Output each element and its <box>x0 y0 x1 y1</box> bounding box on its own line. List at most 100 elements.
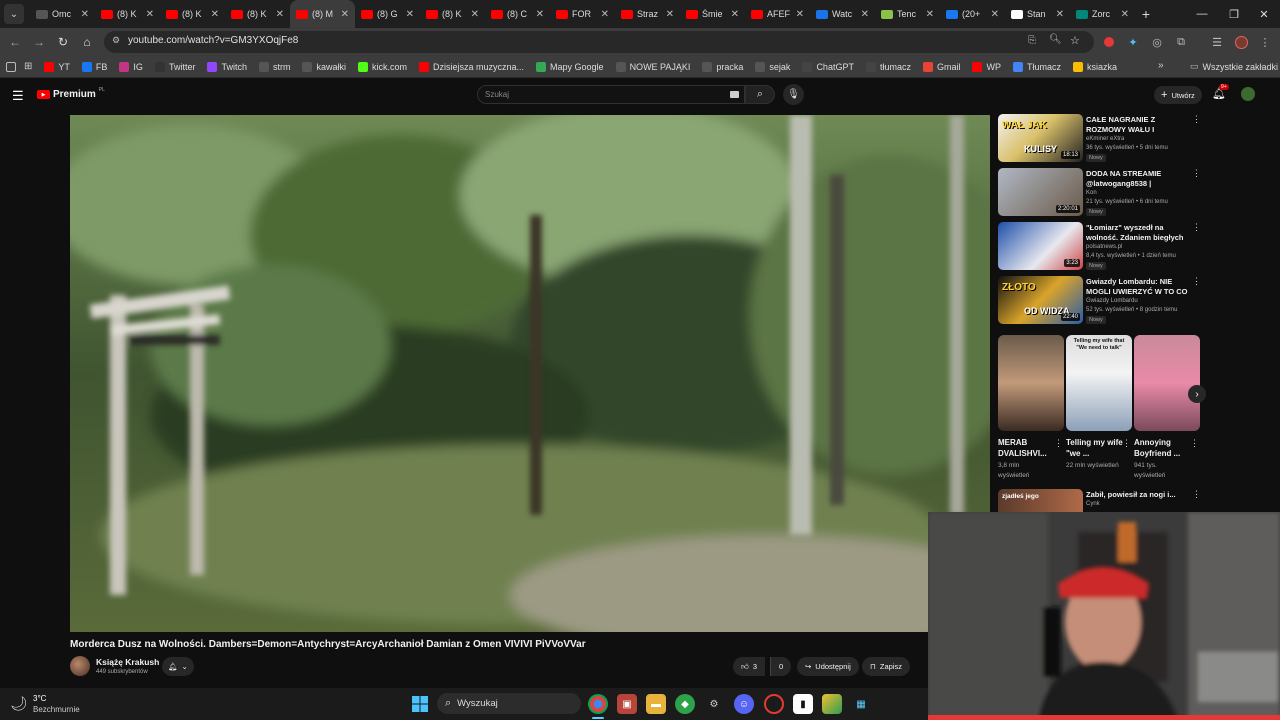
bookmark-item[interactable]: ksiazka <box>1073 61 1117 72</box>
opera-icon[interactable] <box>764 694 784 714</box>
restore-icon[interactable]: ❐ <box>1218 0 1250 28</box>
bookmark-item[interactable]: FB <box>81 61 107 72</box>
more-options-icon[interactable]: ⋮ <box>1192 222 1201 233</box>
browser-tab[interactable]: Zorc ✕ <box>1070 0 1135 28</box>
reading-list-icon[interactable]: ☰ <box>1208 33 1226 51</box>
browser-tab[interactable]: Stan ✕ <box>1005 0 1070 28</box>
recommendation-item[interactable]: 3:23 "Łomiarz" wyszedł na wolność. Zdanie… <box>998 222 1203 274</box>
short-more-icon[interactable]: ⋮ <box>1122 438 1131 449</box>
windows-start-icon[interactable] <box>410 694 430 714</box>
youtube-logo[interactable]: ▶ Premium PL <box>37 87 105 100</box>
bookmark-item[interactable]: Twitter <box>154 61 195 72</box>
forward-icon[interactable]: → <box>30 33 48 51</box>
bookmark-star-icon[interactable]: ☆ <box>1070 34 1080 47</box>
discord-icon[interactable]: ☺ <box>734 694 754 714</box>
channel-avatar[interactable] <box>70 656 90 676</box>
create-button[interactable]: + Utwórz <box>1154 86 1202 104</box>
browser-tab[interactable]: AFEF ✕ <box>745 0 810 28</box>
close-tab-icon[interactable]: ✕ <box>731 9 739 20</box>
close-tab-icon[interactable]: ✕ <box>81 9 89 20</box>
home-icon[interactable]: ⌂ <box>78 33 96 51</box>
close-tab-icon[interactable]: ✕ <box>666 9 674 20</box>
file-explorer-icon[interactable]: ▬ <box>646 694 666 714</box>
bookmark-item[interactable]: YT <box>44 61 70 72</box>
close-tab-icon[interactable]: ✕ <box>471 9 479 20</box>
more-options-icon[interactable]: ⋮ <box>1192 114 1201 125</box>
bookmark-item[interactable]: tłumacz <box>865 61 911 72</box>
bookmark-item[interactable]: ChatGPT <box>802 61 854 72</box>
bookmark-item[interactable]: IG <box>119 61 143 72</box>
browser-tab[interactable]: (20+ ✕ <box>940 0 1005 28</box>
close-tab-icon[interactable]: ✕ <box>341 9 349 20</box>
browser-tab[interactable]: Straz ✕ <box>615 0 680 28</box>
tab-search-icon[interactable]: ⌄ <box>4 4 24 24</box>
minimize-icon[interactable]: — <box>1186 0 1218 28</box>
recommendation-item-5[interactable]: zjadłeś jego Zabił, powiesił za nogi i..… <box>998 489 1203 513</box>
taskbar-search[interactable]: ⌕ Wyszukaj <box>437 693 581 714</box>
short-title[interactable]: Annoying Boyfriend ... <box>1134 437 1192 459</box>
site-info-icon[interactable]: ⚙ <box>112 35 120 46</box>
install-app-icon[interactable]: ⎘ <box>1028 35 1036 46</box>
close-window-icon[interactable]: ✕ <box>1248 0 1280 28</box>
video-player[interactable] <box>70 115 990 632</box>
photo-app-icon[interactable]: ▣ <box>617 694 637 714</box>
account-avatar[interactable] <box>1241 87 1255 101</box>
search-button[interactable]: ⌕ <box>745 85 775 104</box>
close-tab-icon[interactable]: ✕ <box>601 9 609 20</box>
voice-search-icon[interactable]: 🎙︎ <box>783 84 804 105</box>
address-bar[interactable]: ⚙ youtube.com/watch?v=GM3YXOqjFe8 ⎘ 🔍︎ ☆ <box>104 31 1094 53</box>
short-title[interactable]: Telling my wife "we ... <box>1066 437 1124 459</box>
document-app-icon[interactable]: ▮ <box>793 694 813 714</box>
more-options-icon[interactable]: ⋮ <box>1192 489 1201 500</box>
bookmark-item[interactable]: pracka <box>702 61 743 72</box>
browser-tab[interactable]: Omc ✕ <box>30 0 95 28</box>
short-thumbnail[interactable]: Telling my wife that "We need to talk" <box>1066 335 1132 431</box>
short-more-icon[interactable]: ⋮ <box>1054 438 1063 449</box>
recommendation-item[interactable]: WAŁ JAK KULISY 18:13 CAŁE NAGRANIE Z ROZMOW… <box>998 114 1203 166</box>
close-tab-icon[interactable]: ✕ <box>211 9 219 20</box>
close-tab-icon[interactable]: ✕ <box>1121 9 1129 20</box>
more-bookmarks-icon[interactable]: » <box>1158 60 1164 71</box>
bookmark-item[interactable]: WP <box>972 61 1001 72</box>
browser-tab[interactable]: (8) K ✕ <box>160 0 225 28</box>
bookmark-item[interactable]: sejak <box>755 61 790 72</box>
bookmark-item[interactable]: kawałki <box>302 61 346 72</box>
bookmark-item[interactable]: Mapy Google <box>536 61 604 72</box>
browser-tab[interactable]: (8) K ✕ <box>420 0 485 28</box>
hamburger-menu-icon[interactable]: ☰ <box>12 88 24 104</box>
bookmark-item[interactable]: kick.com <box>357 61 407 72</box>
like-button[interactable]: 👍︎ 3 <box>733 657 766 676</box>
subscription-bell-button[interactable]: 🔔︎ ⌄ <box>162 657 194 676</box>
short-title[interactable]: MERAB DVALISHVI... <box>998 437 1056 459</box>
bookmark-item[interactable]: strm <box>258 61 290 72</box>
close-tab-icon[interactable]: ✕ <box>926 9 934 20</box>
shorts-next-icon[interactable]: › <box>1188 385 1206 403</box>
record-extension-icon[interactable] <box>1100 33 1118 51</box>
close-tab-icon[interactable]: ✕ <box>146 9 154 20</box>
browser-tab[interactable]: (8) G ✕ <box>355 0 420 28</box>
bookmark-item[interactable]: NOWE PAJĄKI <box>615 61 690 72</box>
calculator-icon[interactable]: ▦ <box>851 694 871 714</box>
browser-tab[interactable]: (8) M ✕ <box>290 0 355 28</box>
bookmark-item[interactable]: Dzisiejsza muzyczna... <box>419 61 524 72</box>
short-more-icon[interactable]: ⋮ <box>1190 438 1199 449</box>
browser-tab[interactable]: (8) C ✕ <box>485 0 550 28</box>
close-tab-icon[interactable]: ✕ <box>796 9 804 20</box>
keyboard-icon[interactable] <box>730 91 739 98</box>
browser-tab[interactable]: (8) K ✕ <box>225 0 290 28</box>
more-options-icon[interactable]: ⋮ <box>1192 276 1201 287</box>
bookmark-item[interactable]: Tłumacz <box>1012 61 1061 72</box>
profile-avatar-icon[interactable] <box>1232 33 1250 51</box>
dislike-button[interactable]: 0 <box>770 657 792 676</box>
weather-icon[interactable]: 🌙︎ <box>10 695 28 712</box>
extensions-puzzle-icon[interactable]: ⧉ <box>1172 33 1190 51</box>
bookmark-item[interactable]: Twitch <box>207 61 247 72</box>
settings-gear-icon[interactable]: ⚙ <box>704 694 724 714</box>
close-tab-icon[interactable]: ✕ <box>406 9 414 20</box>
bookmark-item[interactable]: Gmail <box>922 61 960 72</box>
close-tab-icon[interactable]: ✕ <box>536 9 544 20</box>
back-icon[interactable]: ← <box>6 33 24 51</box>
save-button[interactable]: ⊓ Zapisz <box>862 657 910 676</box>
browser-tab[interactable]: Śmie ✕ <box>680 0 745 28</box>
weather-temperature[interactable]: 3°C <box>33 694 46 703</box>
